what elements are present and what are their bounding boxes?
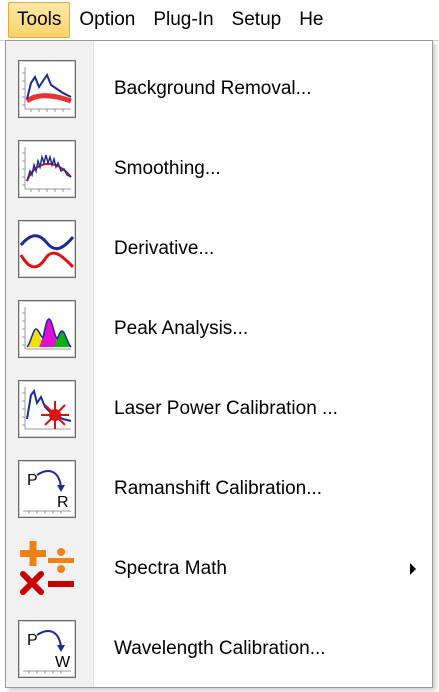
menu-item-derivative[interactable]: Derivative... — [6, 213, 432, 285]
menu-item-label: Smoothing... — [114, 158, 221, 179]
background-removal-icon — [18, 60, 76, 118]
menu-item-wavelength-calibration[interactable]: P W Wavelength Calibration... — [6, 613, 432, 685]
menu-item-label: Wavelength Calibration... — [114, 638, 326, 659]
menu-item-label: Peak Analysis... — [114, 318, 249, 339]
smoothing-icon — [18, 140, 76, 198]
submenu-arrow-icon — [410, 563, 416, 575]
menu-item-label: Laser Power Calibration ... — [114, 398, 338, 419]
menu-item-smoothing[interactable]: Smoothing... — [6, 133, 432, 205]
ramanshift-calibration-icon: P R — [18, 460, 76, 518]
menu-help[interactable]: He — [290, 2, 323, 38]
menu-item-peak-analysis[interactable]: Peak Analysis... — [6, 293, 432, 365]
menu-setup[interactable]: Setup — [223, 2, 291, 38]
menu-item-laser-power-calibration[interactable]: Laser Power Calibration ... — [6, 373, 432, 445]
peak-analysis-icon — [18, 300, 76, 358]
icon-letter-p: P — [27, 632, 38, 649]
menu-item-label: Spectra Math — [114, 558, 227, 579]
laser-power-calibration-icon — [18, 380, 76, 438]
menu-item-label: Ramanshift Calibration... — [114, 478, 323, 499]
menu-plug-in[interactable]: Plug-In — [144, 2, 222, 38]
tools-dropdown-menu: Background Removal... Smoothing... Deriv… — [5, 40, 433, 688]
menu-tools[interactable]: Tools — [8, 2, 71, 38]
spectra-math-icon — [18, 540, 76, 598]
wavelength-calibration-icon: P W — [18, 620, 76, 678]
icon-letter-p: P — [27, 472, 38, 489]
icon-letter-w: W — [55, 654, 71, 671]
menu-item-label: Background Removal... — [114, 78, 312, 99]
menu-item-background-removal[interactable]: Background Removal... — [6, 53, 432, 125]
icon-letter-r: R — [57, 494, 69, 511]
menu-item-label: Derivative... — [114, 238, 215, 259]
derivative-icon — [18, 220, 76, 278]
menu-option[interactable]: Option — [70, 2, 144, 38]
menu-bar: Tools Option Plug-In Setup He — [0, 0, 439, 41]
menu-item-spectra-math[interactable]: Spectra Math — [6, 533, 432, 605]
menu-item-ramanshift-calibration[interactable]: P R Ramanshift Calibration... — [6, 453, 432, 525]
